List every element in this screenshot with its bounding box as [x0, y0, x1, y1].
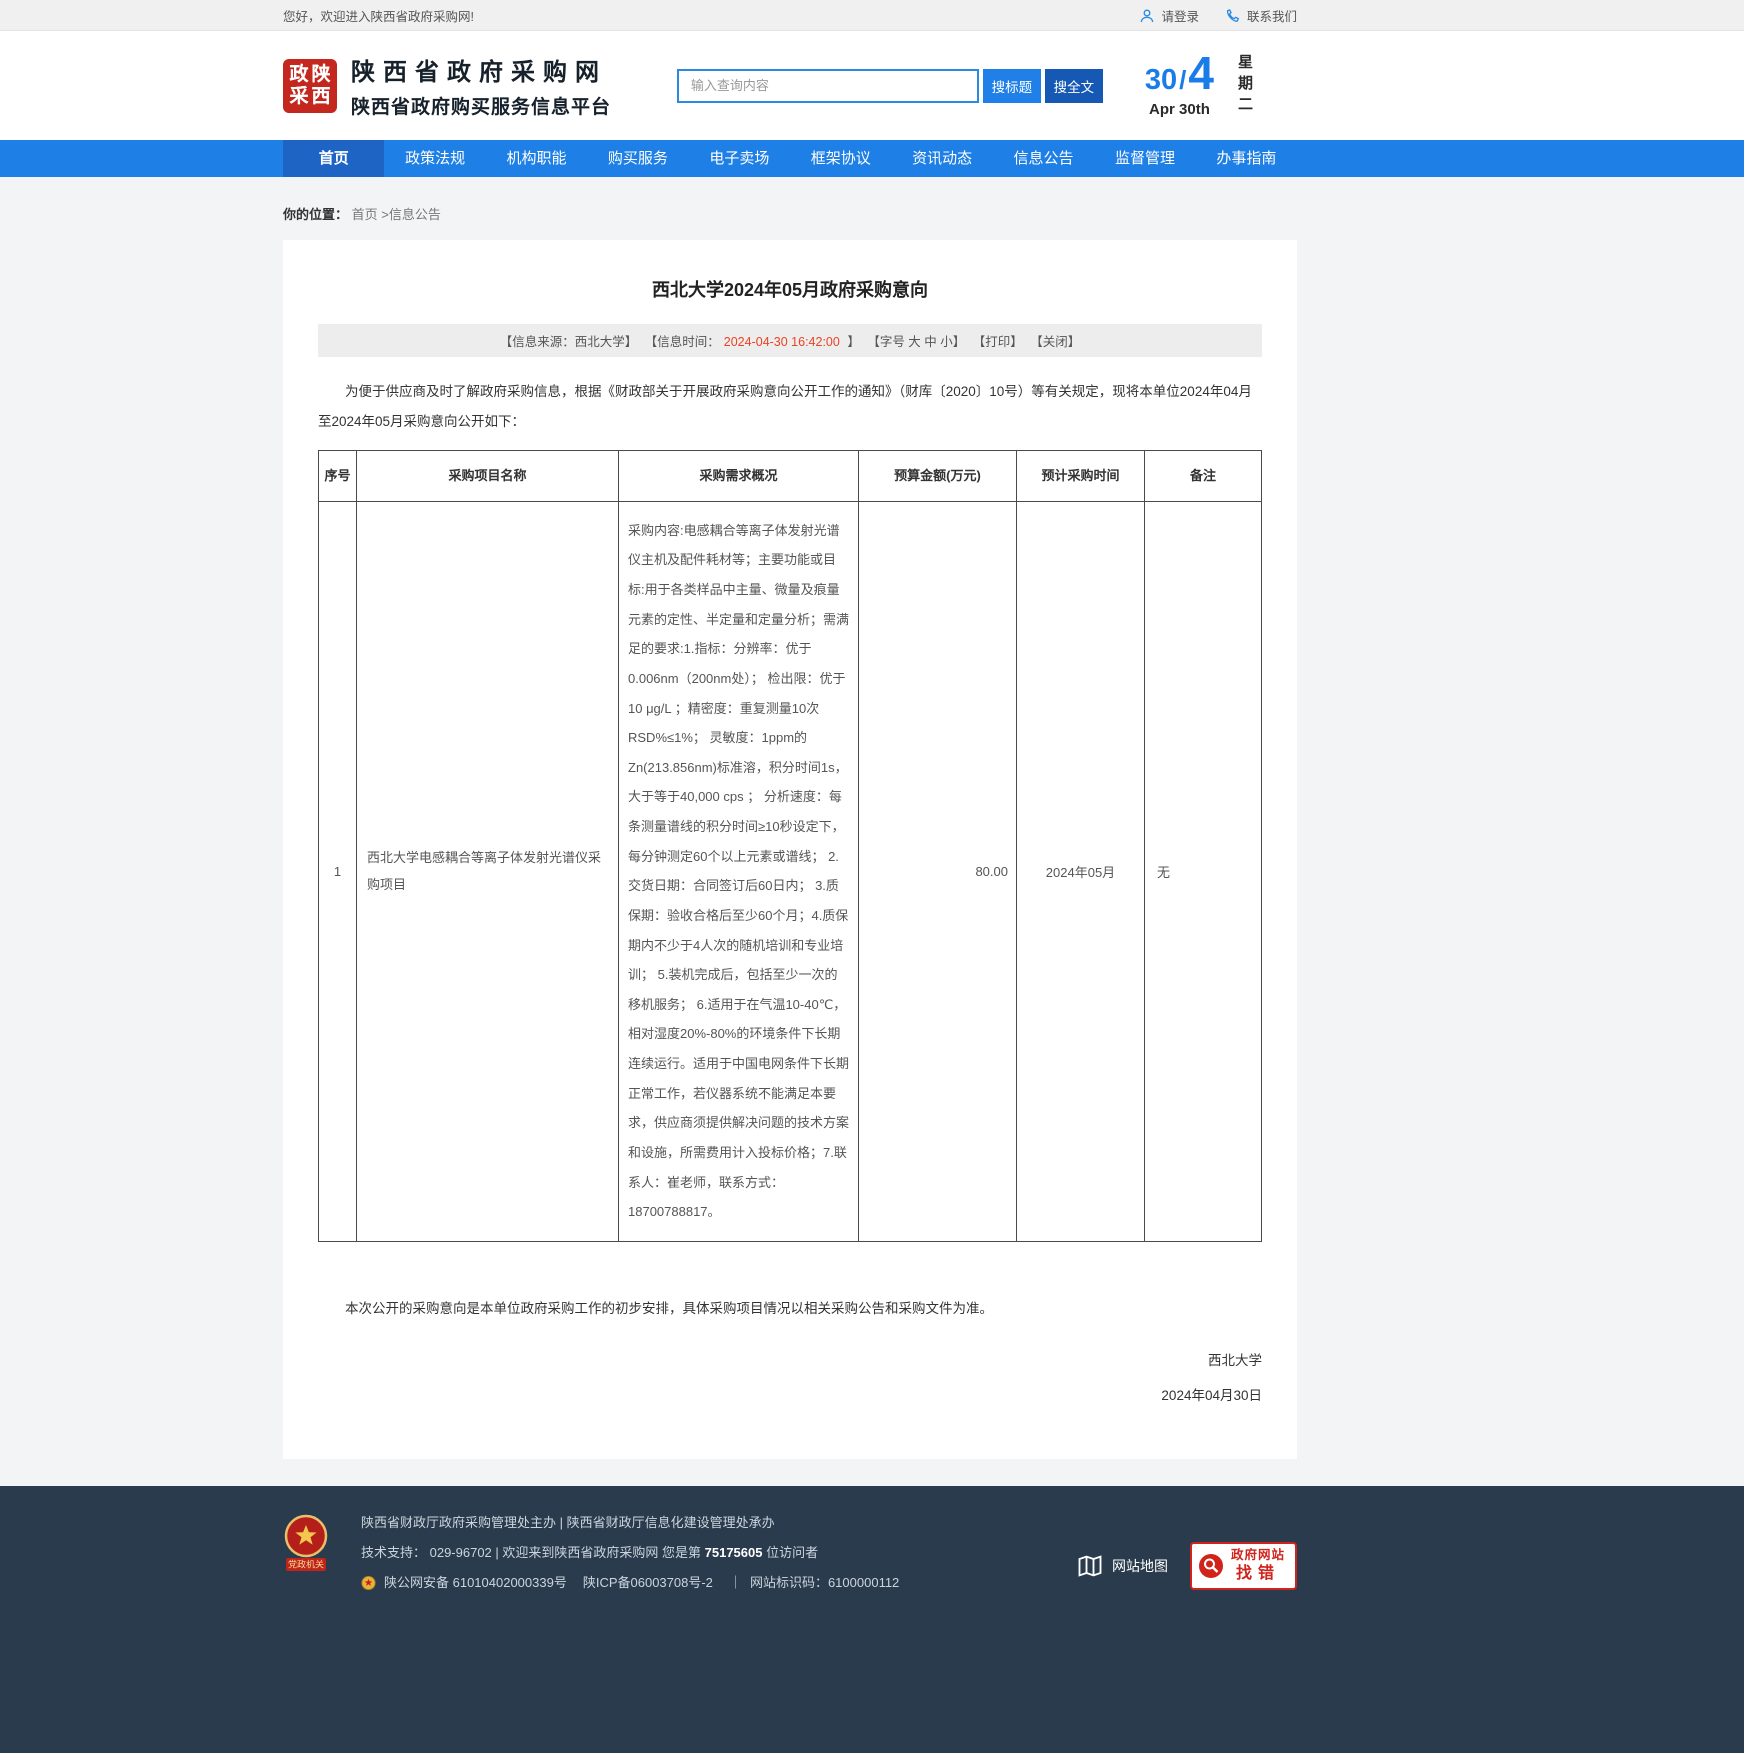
- public-security-icon: [361, 1575, 376, 1591]
- col-header-name: 采购项目名称: [357, 450, 619, 501]
- nav-item-framework[interactable]: 框架协议: [790, 140, 891, 177]
- err-badge-line1: 政府网站: [1231, 1548, 1285, 1564]
- col-header-time: 预计采购时间: [1017, 450, 1145, 501]
- page-title: 西北大学2024年05月政府采购意向: [318, 276, 1262, 302]
- search-title-button[interactable]: 搜标题: [983, 69, 1041, 103]
- gongan-beian[interactable]: 陕公网安备 61010402000339号: [384, 1568, 567, 1598]
- cell-note: 无: [1145, 501, 1262, 1241]
- cell-row-number: 1: [319, 501, 357, 1241]
- cell-demand: 采购内容:电感耦合等离子体发射光谱仪主机及配件耗材等；主要功能或目标:用于各类样…: [619, 501, 859, 1241]
- nav-item-policies[interactable]: 政策法规: [384, 140, 485, 177]
- site-code: 网站标识码：6100000112: [750, 1568, 899, 1598]
- cell-purchase-time: 2024年05月: [1017, 501, 1145, 1241]
- signature-org: 西北大学: [318, 1346, 1262, 1376]
- nav-item-home[interactable]: 首页: [283, 140, 384, 177]
- breadcrumb-label: 你的位置：: [283, 207, 348, 222]
- cell-budget: 80.00: [859, 501, 1017, 1241]
- sitemap-label: 网站地图: [1112, 1556, 1168, 1576]
- logo-char: 政: [288, 64, 310, 86]
- close-button[interactable]: 【关闭】: [1030, 335, 1080, 349]
- print-button[interactable]: 【打印】: [973, 335, 1023, 349]
- footer-support-line: 技术支持： 029-96702 | 欢迎来到陕西省政府采购网 您是第 75175…: [361, 1538, 899, 1568]
- logo-char: 采: [288, 86, 310, 108]
- signature-date: 2024年04月30日: [318, 1381, 1262, 1411]
- site-footer: 党政机关 陕西省财政厅政府采购管理处主办 | 陕西省财政厅信息化建设管理处承办 …: [0, 1486, 1744, 1753]
- welcome-text: 您好，欢迎进入陕西省政府采购网!: [283, 6, 474, 25]
- footer-organizer-line: 陕西省财政厅政府采购管理处主办 | 陕西省财政厅信息化建设管理处承办: [361, 1508, 899, 1538]
- nav-item-news[interactable]: 资讯动态: [891, 140, 992, 177]
- font-size-controls[interactable]: 【字号 大 中 小】: [867, 335, 965, 349]
- nav-item-supervision[interactable]: 监督管理: [1094, 140, 1195, 177]
- user-icon: [1139, 8, 1155, 24]
- site-subtitle: 陕西省政府购买服务信息平台: [351, 92, 611, 119]
- nav-item-announcements[interactable]: 信息公告: [993, 140, 1094, 177]
- meta-time-open: 【信息时间：: [645, 335, 720, 349]
- search-input[interactable]: [677, 69, 979, 103]
- government-emblem-badge: 党政机关: [283, 1514, 329, 1579]
- main-nav: 首页 政策法规 机构职能 购买服务 电子卖场 框架协议 资讯动态 信息公告 监督…: [0, 140, 1744, 177]
- meta-time-close: 】: [844, 335, 860, 349]
- col-header-no: 序号: [319, 450, 357, 501]
- meta-timestamp: 2024-04-30 16:42:00: [724, 335, 840, 349]
- topbar: 您好，欢迎进入陕西省政府采购网! 请登录 联系我们: [0, 0, 1744, 31]
- article: 西北大学2024年05月政府采购意向 【信息来源：西北大学】 【信息时间： 202…: [283, 240, 1297, 1459]
- date-widget: 30 / 4 Apr 30th 星期二: [1145, 53, 1297, 118]
- pipe-separator: ｜: [729, 1568, 742, 1598]
- closing-paragraph: 本次公开的采购意向是本单位政府采购工作的初步安排，具体采购项目情况以相关采购公告…: [318, 1294, 1262, 1324]
- col-header-note: 备注: [1145, 450, 1262, 501]
- meta-source: 【信息来源：西北大学】: [500, 335, 638, 349]
- col-header-budget: 预算金额(万元): [859, 450, 1017, 501]
- breadcrumb-separator: >: [378, 207, 389, 222]
- nav-item-guide[interactable]: 办事指南: [1196, 140, 1297, 177]
- breadcrumb-home-link[interactable]: 首页: [352, 207, 378, 222]
- icp-beian[interactable]: 陕ICP备06003708号-2: [583, 1568, 713, 1598]
- col-header-demand: 采购需求概况: [619, 450, 859, 501]
- login-link[interactable]: 请登录: [1139, 6, 1199, 25]
- table-row: 1 西北大学电感耦合等离子体发射光谱仪采购项目 采购内容:电感耦合等离子体发射光…: [319, 501, 1262, 1241]
- search-fulltext-button[interactable]: 搜全文: [1045, 69, 1103, 103]
- visitor-count: 75175605: [705, 1545, 763, 1560]
- cell-project-name: 西北大学电感耦合等离子体发射光谱仪采购项目: [357, 501, 619, 1241]
- emblem-label: 党政机关: [288, 1558, 324, 1569]
- table-header-row: 序号 采购项目名称 采购需求概况 预算金额(万元) 预计采购时间 备注: [319, 450, 1262, 501]
- login-label: 请登录: [1161, 6, 1199, 25]
- find-error-badge[interactable]: 政府网站 找错: [1190, 1542, 1297, 1590]
- footer-beian-line: 陕公网安备 61010402000339号 陕ICP备06003708号-2 ｜…: [361, 1568, 899, 1598]
- contact-label: 联系我们: [1247, 6, 1297, 25]
- date-day: 30: [1145, 64, 1177, 97]
- phone-icon: [1225, 8, 1241, 24]
- site-logo[interactable]: 政 陕 采 西: [283, 59, 337, 113]
- signature-block: 西北大学 2024年04月30日: [318, 1346, 1262, 1411]
- intro-paragraph: 为便于供应商及时了解政府采购信息，根据《财政部关于开展政府采购意向公开工作的通知…: [318, 377, 1262, 438]
- date-month: 4: [1188, 53, 1214, 93]
- site-header: 政 陕 采 西 陕西省政府采购网 陕西省政府购买服务信息平台 搜标题 搜全文 3…: [0, 31, 1744, 140]
- sitemap-link[interactable]: 网站地图: [1076, 1552, 1168, 1580]
- weekday-label: 星期二: [1234, 54, 1255, 117]
- footer-support-prefix: 技术支持： 029-96702 | 欢迎来到陕西省政府采购网 您是第: [361, 1545, 701, 1560]
- logo-char: 陕: [310, 64, 332, 86]
- date-english: Apr 30th: [1145, 101, 1214, 118]
- sitemap-icon: [1076, 1552, 1104, 1580]
- date-slash: /: [1179, 65, 1186, 96]
- brand: 政 陕 采 西 陕西省政府采购网 陕西省政府购买服务信息平台: [283, 52, 611, 119]
- nav-item-functions[interactable]: 机构职能: [486, 140, 587, 177]
- contact-link[interactable]: 联系我们: [1225, 6, 1297, 25]
- nav-item-e-mall[interactable]: 电子卖场: [689, 140, 790, 177]
- err-badge-line2: 找错: [1231, 1564, 1285, 1584]
- breadcrumb-current[interactable]: 信息公告: [389, 207, 441, 222]
- breadcrumb: 你的位置： 首页 >信息公告: [283, 177, 1297, 240]
- search-bar: 搜标题 搜全文: [677, 69, 1103, 103]
- site-name: 陕西省政府采购网: [351, 52, 611, 87]
- article-meta-bar: 【信息来源：西北大学】 【信息时间：2024-04-30 16:42:00 】 …: [318, 324, 1262, 357]
- logo-char: 西: [310, 86, 332, 108]
- footer-support-suffix: 位访问者: [766, 1545, 818, 1560]
- nav-item-purchase-service[interactable]: 购买服务: [587, 140, 688, 177]
- procurement-table: 序号 采购项目名称 采购需求概况 预算金额(万元) 预计采购时间 备注 1 西北…: [318, 450, 1262, 1242]
